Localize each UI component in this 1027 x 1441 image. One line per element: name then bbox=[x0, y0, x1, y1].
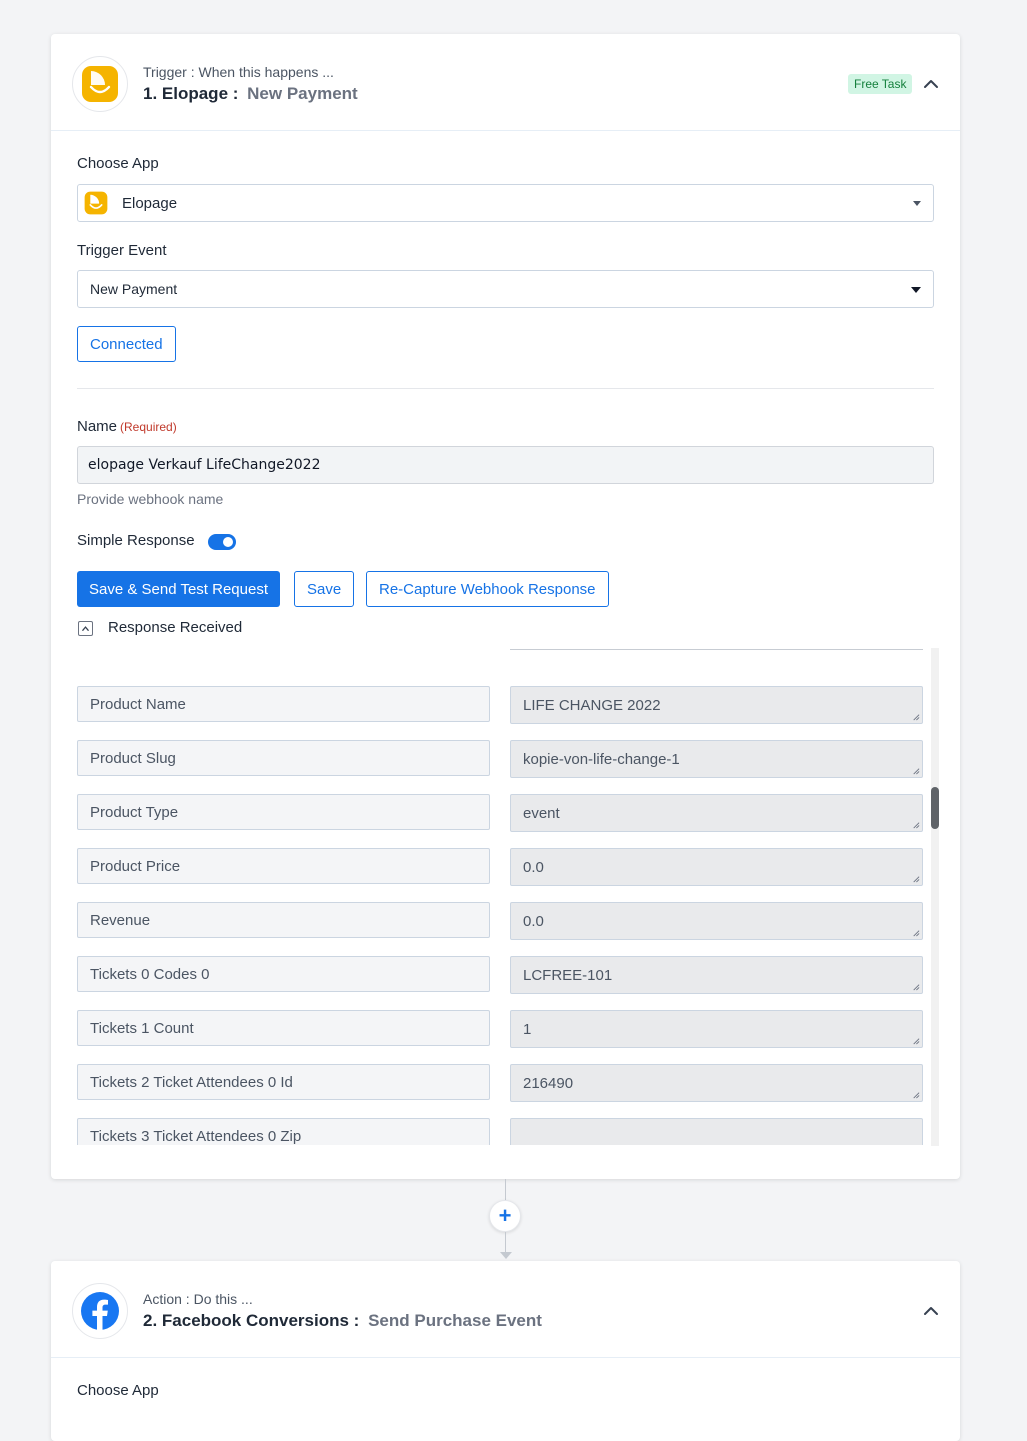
resize-grip-icon[interactable] bbox=[911, 1090, 920, 1099]
response-key-field[interactable]: Tickets 1 Count bbox=[77, 1010, 490, 1046]
response-key-field[interactable]: Product Name bbox=[77, 686, 490, 722]
response-value-field[interactable]: 216490 bbox=[510, 1064, 923, 1102]
response-value-field[interactable]: 1 bbox=[510, 1010, 923, 1048]
response-row-cut bbox=[510, 648, 923, 650]
collapse-response-icon[interactable] bbox=[78, 621, 93, 636]
response-key-field[interactable]: Revenue bbox=[77, 902, 490, 938]
response-row: Revenue 0.0 bbox=[77, 902, 923, 940]
response-value-text: 1 bbox=[523, 1020, 532, 1038]
add-step-button[interactable]: + bbox=[489, 1200, 521, 1232]
action-header[interactable]: Action : Do this ... 2. Facebook Convers… bbox=[51, 1261, 960, 1358]
response-key-field[interactable]: Tickets 3 Ticket Attendees 0 Zip bbox=[77, 1118, 490, 1145]
response-row: Product Slug kopie-von-life-change-1 bbox=[77, 740, 923, 778]
response-value-field[interactable]: LIFE CHANGE 2022 bbox=[510, 686, 923, 724]
resize-grip-icon[interactable] bbox=[911, 928, 920, 937]
trigger-title: 1. Elopage : New Payment bbox=[143, 84, 358, 104]
action-title-event: Send Purchase Event bbox=[368, 1311, 542, 1330]
chevron-up-icon[interactable] bbox=[921, 74, 941, 94]
elopage-logo-icon bbox=[72, 56, 128, 112]
trigger-subtitle: Trigger : When this happens ... bbox=[143, 64, 334, 80]
save-button[interactable]: Save bbox=[294, 571, 355, 607]
response-value-text: 216490 bbox=[523, 1074, 574, 1092]
action-card: Action : Do this ... 2. Facebook Convers… bbox=[51, 1261, 960, 1441]
action-choose-app-label: Choose App bbox=[77, 1382, 159, 1399]
response-value-text: LIFE CHANGE 2022 bbox=[523, 696, 661, 714]
response-value-text: 0.0 bbox=[523, 858, 544, 876]
response-key-field[interactable]: Tickets 2 Ticket Attendees 0 Id bbox=[77, 1064, 490, 1100]
facebook-logo-icon bbox=[72, 1283, 128, 1339]
free-task-badge: Free Task bbox=[848, 74, 913, 94]
chevron-down-icon bbox=[911, 287, 921, 293]
response-value-text: event bbox=[523, 804, 560, 822]
response-key-field[interactable]: Product Price bbox=[77, 848, 490, 884]
response-row: Tickets 2 Ticket Attendees 0 Id 216490 bbox=[77, 1064, 923, 1102]
webhook-name-input[interactable]: elopage Verkauf LifeChange2022 bbox=[77, 446, 934, 484]
connector-line-bottom bbox=[505, 1232, 506, 1252]
resize-grip-icon[interactable] bbox=[911, 982, 920, 991]
response-value-field[interactable] bbox=[510, 1118, 923, 1145]
section-divider bbox=[77, 388, 934, 389]
response-row: Tickets 0 Codes 0 LCFREE-101 bbox=[77, 956, 923, 994]
trigger-title-event: New Payment bbox=[247, 84, 358, 103]
response-value-field[interactable]: LCFREE-101 bbox=[510, 956, 923, 994]
choose-app-select[interactable]: Elopage bbox=[77, 184, 934, 222]
trigger-title-app: 1. Elopage : bbox=[143, 84, 239, 103]
resize-grip-icon[interactable] bbox=[911, 712, 920, 721]
response-received-label: Response Received bbox=[108, 619, 243, 636]
response-value-field[interactable]: 0.0 bbox=[510, 848, 923, 886]
name-label-text: Name bbox=[77, 418, 118, 435]
save-send-test-button[interactable]: Save & Send Test Request bbox=[77, 571, 281, 607]
response-key-field[interactable]: Product Type bbox=[77, 794, 490, 830]
action-subtitle: Action : Do this ... bbox=[143, 1291, 253, 1307]
simple-response-label: Simple Response bbox=[77, 532, 195, 549]
resize-grip-icon[interactable] bbox=[911, 1036, 920, 1045]
chevron-up-icon[interactable] bbox=[921, 1301, 941, 1321]
choose-app-label: Choose App bbox=[77, 155, 159, 172]
action-title-app: 2. Facebook Conversions : bbox=[143, 1311, 360, 1330]
choose-app-value: Elopage bbox=[122, 194, 178, 212]
response-value-text: 0.0 bbox=[523, 912, 544, 930]
resize-grip-icon[interactable] bbox=[911, 874, 920, 883]
elopage-small-icon bbox=[84, 191, 108, 215]
trigger-card: Trigger : When this happens ... 1. Elopa… bbox=[51, 34, 960, 1179]
action-title: 2. Facebook Conversions : Send Purchase … bbox=[143, 1311, 542, 1331]
trigger-event-select[interactable]: New Payment bbox=[77, 270, 934, 308]
response-value-field[interactable]: event bbox=[510, 794, 923, 832]
recapture-webhook-button[interactable]: Re-Capture Webhook Response bbox=[366, 571, 609, 607]
name-label: Name (Required) bbox=[77, 418, 177, 435]
resize-grip-icon[interactable] bbox=[911, 766, 920, 775]
trigger-header[interactable]: Trigger : When this happens ... 1. Elopa… bbox=[51, 34, 960, 131]
resize-grip-icon[interactable] bbox=[911, 820, 920, 829]
response-row: Product Price 0.0 bbox=[77, 848, 923, 886]
trigger-event-value: New Payment bbox=[90, 281, 178, 297]
response-value-field[interactable]: 0.0 bbox=[510, 902, 923, 940]
response-value-text: LCFREE-101 bbox=[523, 966, 613, 984]
response-key-field[interactable]: Tickets 0 Codes 0 bbox=[77, 956, 490, 992]
response-value-text: kopie-von-life-change-1 bbox=[523, 750, 680, 768]
response-row: Tickets 3 Ticket Attendees 0 Zip bbox=[77, 1118, 923, 1145]
response-row: Tickets 1 Count 1 bbox=[77, 1010, 923, 1048]
response-value-field[interactable]: kopie-von-life-change-1 bbox=[510, 740, 923, 778]
response-key-field[interactable]: Product Slug bbox=[77, 740, 490, 776]
connected-button[interactable]: Connected bbox=[77, 326, 176, 362]
trigger-event-label: Trigger Event bbox=[77, 242, 167, 259]
response-row: Product Name LIFE CHANGE 2022 bbox=[77, 686, 923, 724]
response-row: Product Type event bbox=[77, 794, 923, 832]
arrow-down-icon bbox=[500, 1252, 512, 1259]
required-marker: (Required) bbox=[120, 420, 177, 434]
connector-line-top bbox=[505, 1179, 506, 1200]
simple-response-toggle[interactable] bbox=[208, 534, 236, 550]
response-scrollbar-thumb[interactable] bbox=[931, 787, 939, 829]
resize-grip-icon[interactable] bbox=[911, 1144, 920, 1145]
response-scrollbar-track[interactable] bbox=[931, 648, 939, 1146]
webhook-name-helper: Provide webhook name bbox=[77, 491, 224, 507]
response-list: Product Name LIFE CHANGE 2022 Product Slug… bbox=[77, 648, 939, 1145]
chevron-down-icon bbox=[913, 201, 921, 206]
